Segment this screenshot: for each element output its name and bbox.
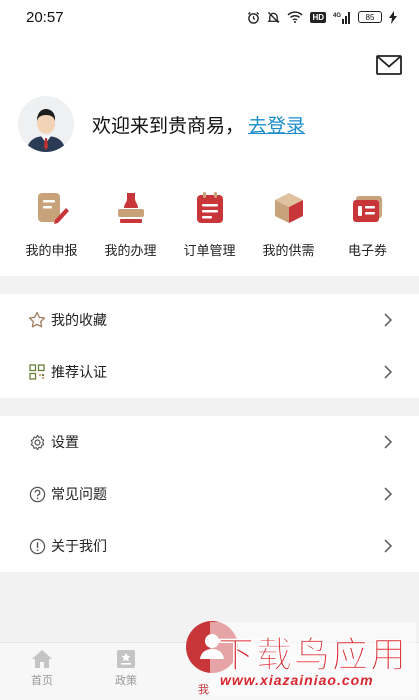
policy-icon [117,650,135,668]
watermark: 下载鸟应用 www.xiazainiao.com [210,622,416,696]
action-my-handling[interactable]: 我的办理 [93,190,169,270]
section-divider [0,398,419,416]
nav-label: 政策 [115,674,137,687]
watermark-title: 下载鸟应用 [218,635,409,677]
menu-item-label: 关于我们 [51,539,107,555]
box-icon [274,193,303,223]
action-label: 我的供需 [262,244,315,259]
gear-icon [28,433,46,451]
action-my-declaration[interactable]: 我的申报 [14,190,90,270]
stamp-icon [117,193,144,223]
mail-icon[interactable] [376,55,402,75]
action-label: 电子券 [347,244,387,259]
action-my-supply-demand[interactable]: 我的供需 [251,190,327,270]
menu-item-label: 设置 [51,435,79,451]
info-circle-icon [28,537,46,555]
ticket-icon [352,196,382,222]
qr-code-icon [28,363,46,381]
quick-actions: 我的申报 我的办理 订单管理 我的供需 电子券 [0,190,419,270]
chevron-right-icon [384,365,393,379]
nav-label: 首页 [31,674,53,687]
avatar[interactable] [18,96,74,152]
menu-item-about-us[interactable]: 关于我们 [0,520,419,572]
avatar-man-icon [18,96,74,152]
charging-icon [389,10,397,24]
status-time: 20:57 [26,8,64,26]
menu-item-recommend-cert[interactable]: 推荐认证 [0,346,419,398]
chevron-right-icon [384,313,393,327]
question-circle-icon [28,485,46,503]
chevron-right-icon [384,539,393,553]
watermark-url: www.xiazainiao.com [220,672,374,688]
status-bar: 20:57 HD 4G 85 [0,0,419,34]
menu-item-label: 常见问题 [51,487,107,503]
wifi-icon [287,11,303,23]
order-list-icon [196,192,223,223]
login-link[interactable]: 去登录 [248,111,305,138]
hd-badge: HD [310,11,326,23]
nav-me-label[interactable]: 我 [198,681,209,697]
signal-icon: 4G [333,11,350,24]
profile-header: 欢迎来到贵商易， 去登录 [18,94,305,154]
welcome-text: 欢迎来到贵商易， [92,114,245,137]
document-edit-icon [37,193,69,224]
menu-item-faq[interactable]: 常见问题 [0,468,419,520]
chevron-right-icon [384,435,393,449]
alarm-icon [248,11,260,24]
menu-item-label: 推荐认证 [51,365,107,381]
status-icons: HD 4G 85 [247,10,397,24]
star-icon [28,311,46,329]
section-divider [0,276,419,294]
home-icon [32,650,52,668]
nav-policy[interactable]: 政策 [98,649,154,688]
action-label: 我的申报 [25,244,78,259]
menu-item-settings[interactable]: 设置 [0,416,419,468]
mute-bell-icon [267,11,281,23]
action-e-coupon[interactable]: 电子券 [330,190,406,270]
menu-item-label: 我的收藏 [51,313,107,329]
welcome-message: 欢迎来到贵商易， 去登录 [92,111,305,138]
chevron-right-icon [384,487,393,501]
action-label: 订单管理 [183,244,236,259]
svg-text:4G: 4G [333,13,341,19]
action-order-management[interactable]: 订单管理 [172,190,248,270]
battery-indicator: 85 [358,11,382,23]
menu-item-favorites[interactable]: 我的收藏 [0,294,419,346]
nav-home[interactable]: 首页 [14,649,70,688]
action-label: 我的办理 [104,244,157,259]
